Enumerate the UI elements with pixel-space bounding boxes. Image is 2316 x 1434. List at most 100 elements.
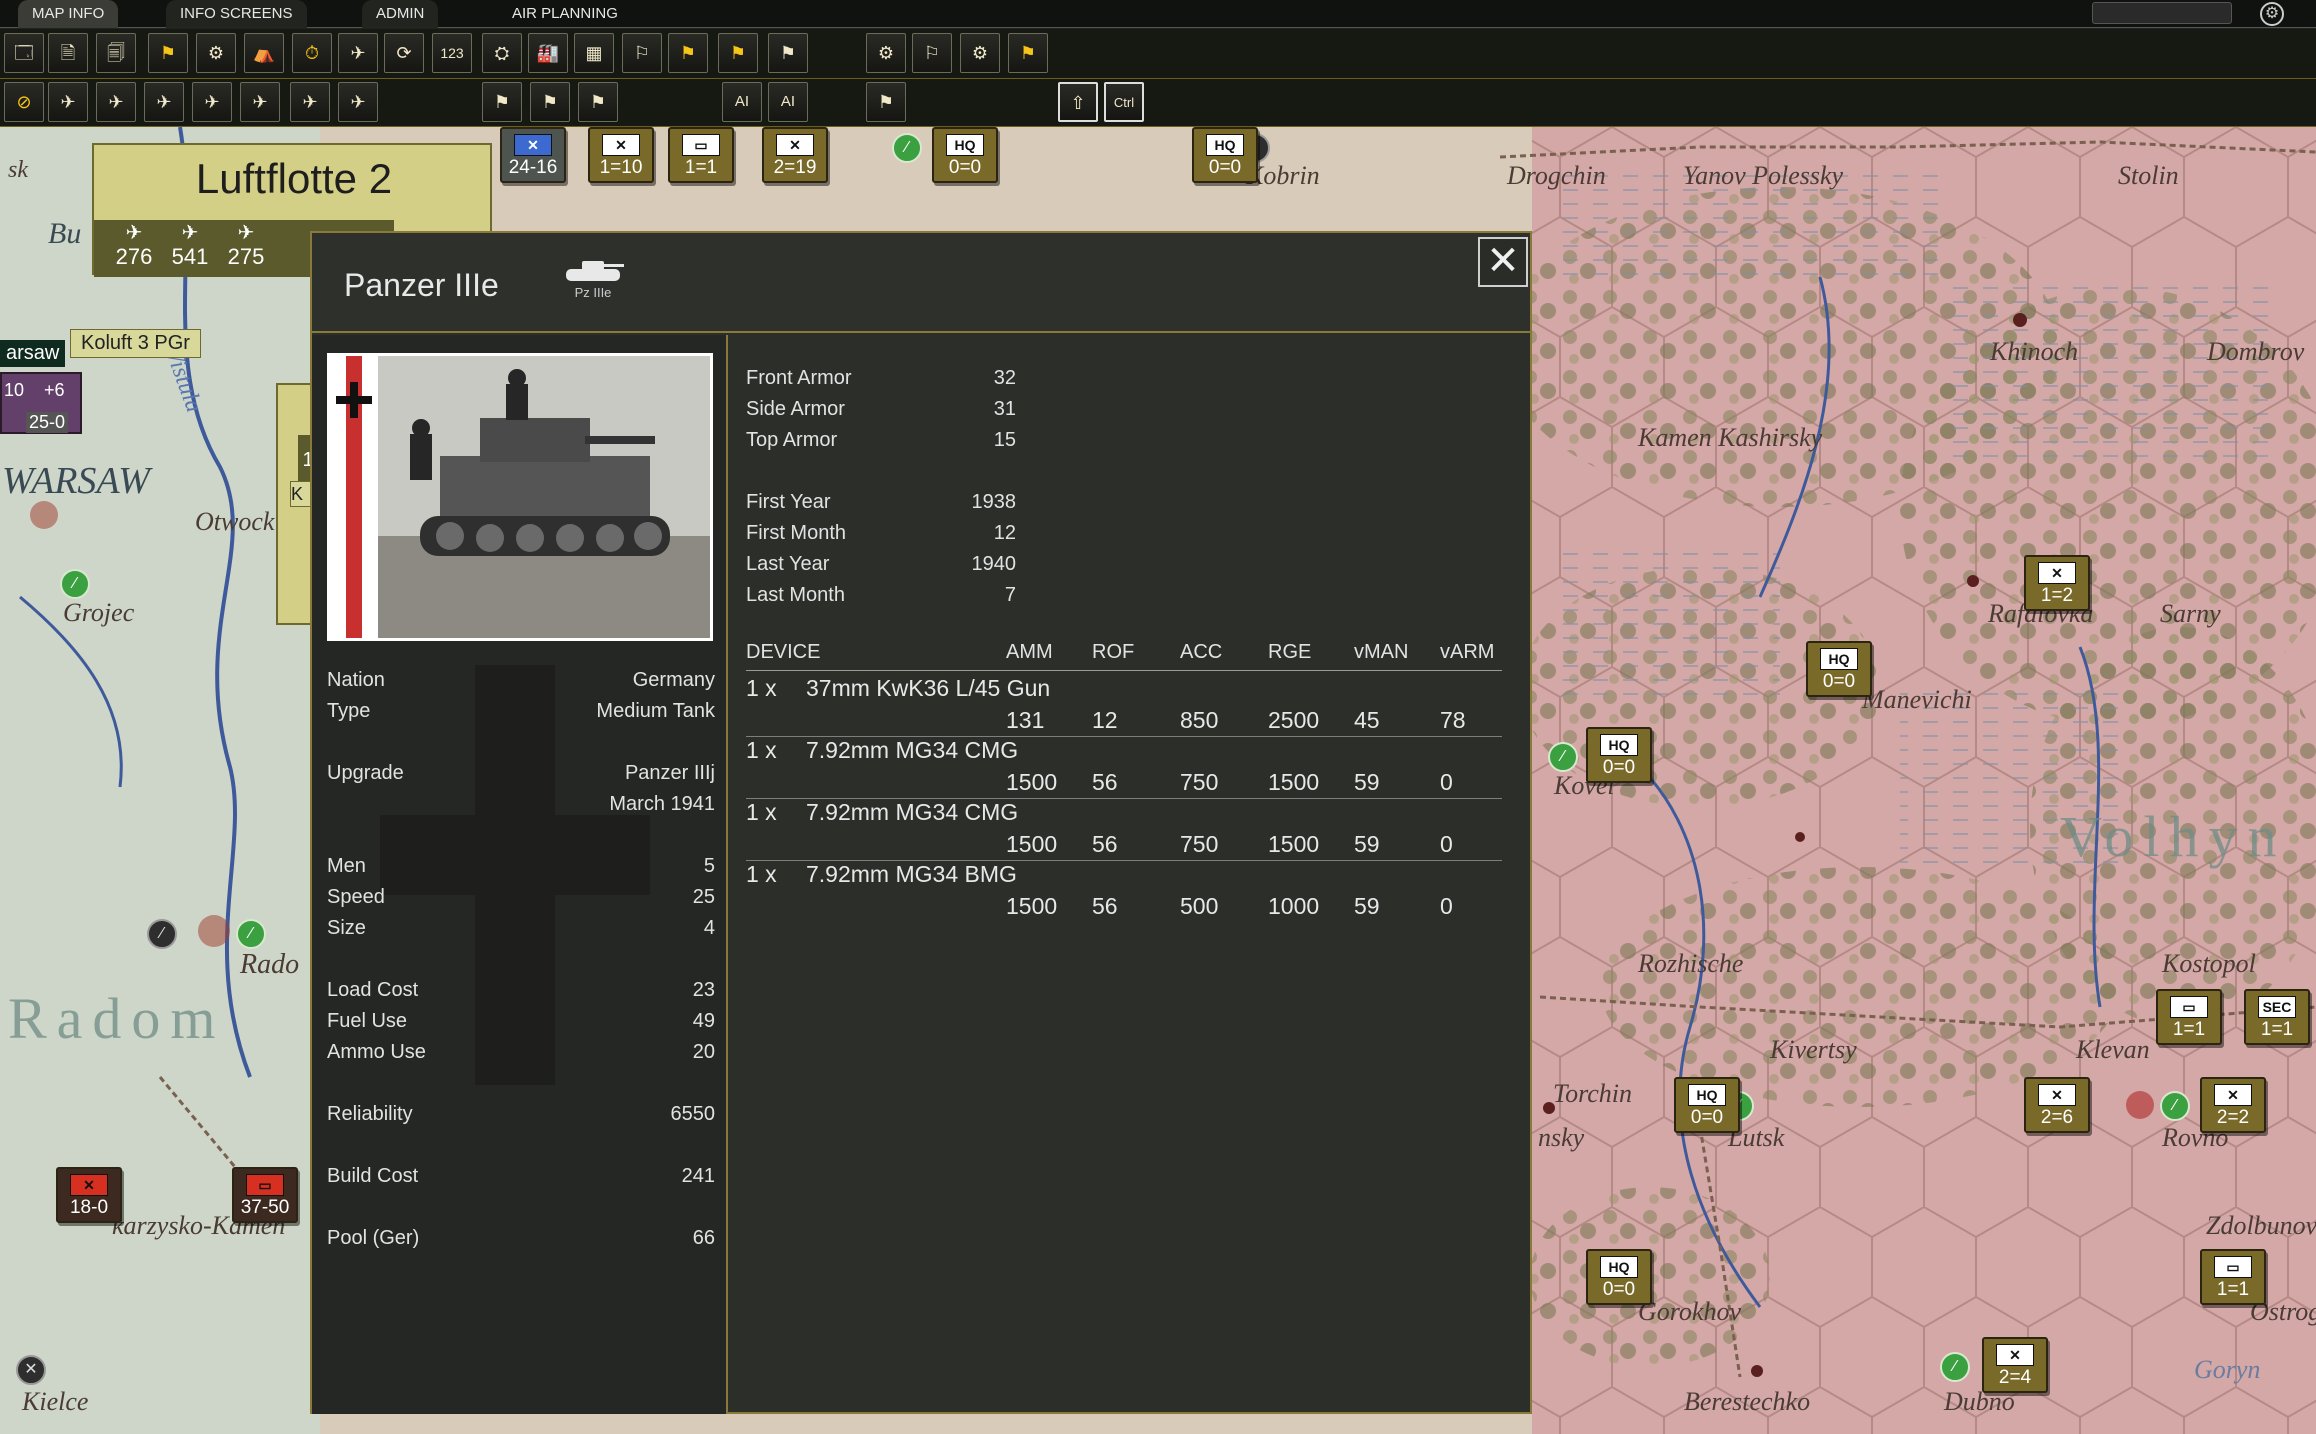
unit-counter[interactable]: HQ 0=0 bbox=[1806, 641, 1872, 697]
build-cost-row: Build Cost 241 bbox=[327, 1165, 715, 1195]
close-button[interactable]: ✕ bbox=[1478, 237, 1528, 287]
toolbar-button[interactable]: ⚐ bbox=[912, 33, 952, 73]
toolbar-button[interactable]: ▦ bbox=[574, 33, 614, 73]
device-amm: 1500 bbox=[1006, 893, 1058, 919]
toolbar-button[interactable]: ⚙ bbox=[960, 33, 1000, 73]
map-label-sarny: Sarny bbox=[2160, 599, 2221, 628]
unit-counter[interactable]: SEC 1=1 bbox=[2244, 989, 2310, 1045]
upgrade-row[interactable]: Upgrade Panzer IIIj bbox=[327, 762, 715, 792]
toolbar-button[interactable]: ✈ bbox=[338, 33, 378, 73]
toolbar-button[interactable]: ⚑ bbox=[1008, 33, 1048, 73]
toolbar-button[interactable]: AI bbox=[722, 82, 762, 122]
supply-cut-icon[interactable]: ✕ bbox=[16, 1355, 46, 1385]
device-acc: 850 bbox=[1180, 707, 1219, 733]
tab-map-info[interactable]: MAP INFO bbox=[18, 0, 119, 28]
toolbar-button[interactable]: ⚑ bbox=[718, 33, 758, 73]
device-table-header: DEVICE AMM ROF ACC RGE vMAN vARM bbox=[746, 637, 1502, 671]
search-input[interactable] bbox=[2092, 2, 2232, 24]
toolbar-button[interactable]: ✈ bbox=[144, 82, 184, 122]
toolbar-button[interactable]: AI bbox=[768, 82, 808, 122]
map-label-volhyn: Volhyn bbox=[2060, 804, 2287, 869]
toolbar-button[interactable]: 🗔 bbox=[4, 33, 44, 73]
toolbar-button[interactable]: 123 bbox=[432, 33, 472, 73]
toolbar-button[interactable]: ⚑ bbox=[668, 33, 708, 73]
toolbar-button[interactable]: ⊘ bbox=[4, 82, 44, 122]
unit-counter[interactable]: ✕ 2=19 bbox=[762, 127, 828, 183]
toolbar-button[interactable]: ⚑ bbox=[482, 82, 522, 122]
speed-label: Speed bbox=[327, 886, 385, 908]
unit-counter[interactable]: HQ 0=0 bbox=[932, 127, 998, 183]
unit-counter[interactable]: ✕ 24-16 bbox=[500, 127, 566, 183]
toolbar-button[interactable]: ⚐ bbox=[622, 33, 662, 73]
ctrl-key-button[interactable]: Ctrl bbox=[1104, 82, 1144, 122]
device-row[interactable]: 1 x 7.92mm MG34 BMG 1500 56 500 1000 59 … bbox=[746, 861, 1502, 923]
unit-counter[interactable]: HQ 0=0 bbox=[1586, 1249, 1652, 1305]
settings-gear-icon[interactable]: ⚙ bbox=[2260, 2, 2284, 26]
enemy-unit-counter[interactable]: ▭ 37-50 bbox=[232, 1167, 298, 1223]
unit-value: 18-0 bbox=[69, 1197, 109, 1218]
load-cost-value: 23 bbox=[692, 979, 715, 1001]
supply-ok-icon[interactable]: ⁄ bbox=[60, 569, 90, 599]
toolbar-button[interactable]: ⏱ bbox=[292, 33, 332, 73]
toolbar-button[interactable]: ⚙ bbox=[196, 33, 236, 73]
supply-cut-icon[interactable]: ⁄ bbox=[147, 919, 177, 949]
tank-icon-caption: Pz IIIe bbox=[574, 285, 612, 300]
unit-counter[interactable]: ✕ 1=10 bbox=[588, 127, 654, 183]
toolbar-button[interactable]: 🏭 bbox=[528, 33, 568, 73]
supply-ok-icon[interactable]: ⁄ bbox=[892, 133, 922, 163]
unit-symbol: ✕ bbox=[70, 1174, 108, 1196]
toolbar-button[interactable]: 🗐 bbox=[96, 33, 136, 73]
toolbar-button[interactable]: ⚙ bbox=[866, 33, 906, 73]
shift-key-button[interactable]: ⇧ bbox=[1058, 82, 1098, 122]
toolbar-button[interactable]: ⛭ bbox=[482, 33, 522, 73]
toolbar-button[interactable]: ✈ bbox=[96, 82, 136, 122]
unit-value: 1=10 bbox=[599, 157, 643, 178]
unit-counter[interactable]: ▭ 1=1 bbox=[2156, 989, 2222, 1045]
unit-counter[interactable]: ▭ 1=1 bbox=[2200, 1249, 2266, 1305]
device-rof: 56 bbox=[1092, 831, 1118, 857]
device-row[interactable]: 1 x 7.92mm MG34 CMG 1500 56 750 1500 59 … bbox=[746, 799, 1502, 861]
toolbar-button[interactable]: ✈ bbox=[338, 82, 378, 122]
toolbar-button[interactable]: ⚑ bbox=[578, 82, 618, 122]
device-amm: 1500 bbox=[1006, 831, 1058, 857]
unit-counter[interactable]: ✕ 2=2 bbox=[2200, 1077, 2266, 1133]
unit-counter[interactable]: ✕ 2=6 bbox=[2024, 1077, 2090, 1133]
unit-symbol: ▭ bbox=[2170, 996, 2208, 1018]
unit-counter[interactable]: ▭ 1=1 bbox=[668, 127, 734, 183]
fuel-use-label: Fuel Use bbox=[327, 1010, 408, 1032]
toolbar-button[interactable]: ✈ bbox=[240, 82, 280, 122]
top-armor-row: Top Armor 15 bbox=[746, 429, 1146, 459]
toolbar-button[interactable]: ⚑ bbox=[768, 33, 808, 73]
toolbar-button[interactable]: ✈ bbox=[290, 82, 330, 122]
unit-counter[interactable]: ✕ 1=2 bbox=[2024, 555, 2090, 611]
recon-stat: ✈ 275 bbox=[218, 223, 274, 271]
supply-ok-icon[interactable]: ⁄ bbox=[236, 919, 266, 949]
device-row[interactable]: 1 x 37mm KwK36 L/45 Gun 131 12 850 2500 … bbox=[746, 675, 1502, 737]
men-row: Men 5 bbox=[327, 855, 715, 885]
toolbar-button[interactable]: ⚑ bbox=[530, 82, 570, 122]
enemy-unit-counter[interactable]: ✕ 18-0 bbox=[56, 1167, 122, 1223]
toolbar-button[interactable]: 🗎 bbox=[48, 33, 88, 73]
toolbar-button[interactable]: ✈ bbox=[192, 82, 232, 122]
supply-ok-icon[interactable]: ⁄ bbox=[1548, 742, 1578, 772]
device-row[interactable]: 1 x 7.92mm MG34 CMG 1500 56 750 1500 59 … bbox=[746, 737, 1502, 799]
toolbar-button[interactable]: ⚑ bbox=[866, 82, 906, 122]
col-varm: vARM bbox=[1440, 641, 1495, 663]
supply-ok-icon[interactable]: ⁄ bbox=[1940, 1352, 1970, 1382]
tab-air-planning[interactable]: AIR PLANNING bbox=[498, 0, 632, 28]
tab-admin[interactable]: ADMIN bbox=[362, 0, 439, 28]
toolbar-button[interactable]: ⛺ bbox=[244, 33, 284, 73]
koluft-label[interactable]: Koluft 3 PGr bbox=[70, 329, 201, 358]
unit-counter[interactable]: HQ 0=0 bbox=[1192, 127, 1258, 183]
unit-counter[interactable]: HQ 0=0 bbox=[1586, 727, 1652, 783]
unit-value: 2=6 bbox=[2040, 1107, 2074, 1128]
tab-info-screens[interactable]: INFO SCREENS bbox=[166, 0, 307, 28]
toolbar-button[interactable]: ⚑ bbox=[148, 33, 188, 73]
unit-counter[interactable]: ✕ 2=4 bbox=[1982, 1337, 2048, 1393]
unit-counter[interactable]: HQ 0=0 bbox=[1674, 1077, 1740, 1133]
toolbar-button[interactable]: ✈ bbox=[48, 82, 88, 122]
warsaw-unit-counter[interactable]: 10 +6 25-0 bbox=[0, 372, 82, 434]
toolbar-button[interactable]: ⟳ bbox=[384, 33, 424, 73]
device-rge: 1500 bbox=[1268, 769, 1320, 795]
supply-ok-icon[interactable]: ⁄ bbox=[2160, 1091, 2190, 1121]
